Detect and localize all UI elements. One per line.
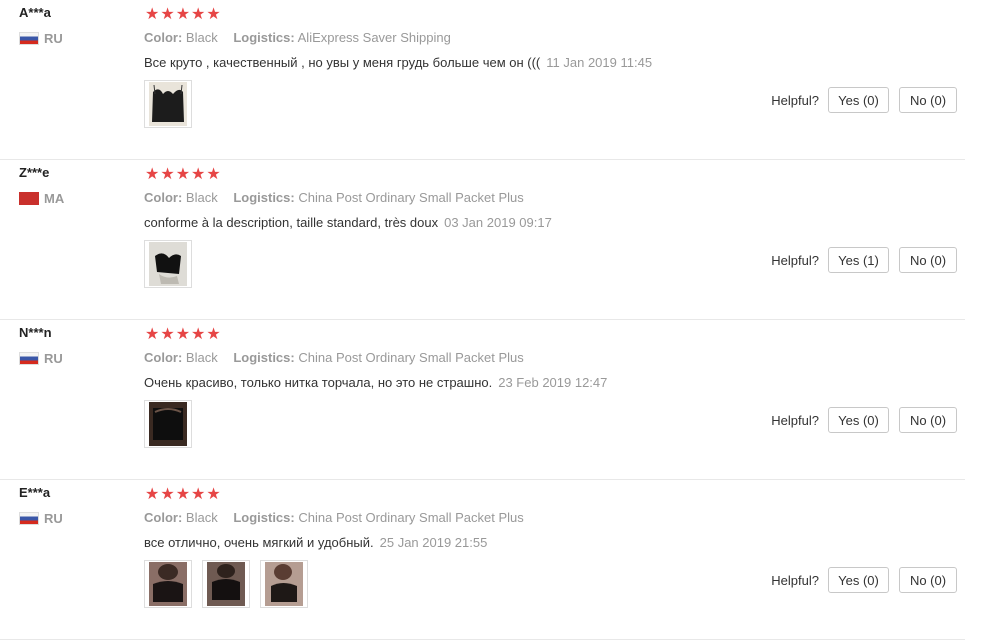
- country-code: RU: [44, 351, 63, 366]
- photo-image-icon: [149, 242, 187, 286]
- logistics-value: China Post Ordinary Small Packet Plus: [298, 510, 524, 525]
- country-code: RU: [44, 31, 63, 46]
- helpful-voting: Helpful? Yes (0) No (0): [771, 407, 957, 433]
- review-item: N***n RU ★★★★★ Color: Black Logistics: C…: [0, 320, 965, 480]
- helpful-label: Helpful?: [771, 572, 819, 588]
- color-value: Black: [185, 30, 218, 45]
- reviewer-country: RU: [19, 31, 63, 46]
- helpful-voting: Helpful? Yes (0) No (0): [771, 87, 957, 113]
- helpful-voting: Helpful? Yes (0) No (0): [771, 567, 957, 593]
- review-date: 25 Jan 2019 21:55: [379, 535, 488, 550]
- review-text: conforme à la description, taille standa…: [144, 215, 439, 230]
- review-item: E***a RU ★★★★★ Color: Black Logistics: C…: [0, 480, 965, 640]
- review-date: 11 Jan 2019 11:45: [546, 55, 653, 70]
- helpful-no-button[interactable]: No (0): [899, 407, 957, 433]
- color-value: Black: [185, 350, 218, 365]
- star-rating: ★★★★★: [145, 6, 222, 23]
- helpful-yes-button[interactable]: Yes (0): [828, 87, 889, 113]
- order-attributes: Color: Black Logistics: China Post Ordin…: [144, 510, 536, 525]
- photo-image-icon: [149, 82, 187, 126]
- country-code: MA: [44, 191, 65, 206]
- helpful-yes-button[interactable]: Yes (0): [828, 407, 889, 433]
- reviewer-name: N***n: [19, 325, 52, 340]
- review-body: conforme à la description, taille standa…: [144, 215, 552, 230]
- color-label: Color:: [144, 190, 183, 205]
- review-list: A***a RU ★★★★★ Color: Black Logistics: A…: [0, 0, 990, 640]
- review-photo-thumbnail[interactable]: [144, 400, 192, 448]
- photo-image-icon: [149, 402, 187, 446]
- review-photo-thumbnail[interactable]: [144, 80, 192, 128]
- review-item: Z***e MA ★★★★★ Color: Black Logistics: C…: [0, 160, 965, 320]
- review-item: A***a RU ★★★★★ Color: Black Logistics: A…: [0, 0, 965, 160]
- star-rating: ★★★★★: [145, 166, 222, 183]
- helpful-yes-button[interactable]: Yes (1): [828, 247, 889, 273]
- color-label: Color:: [144, 510, 183, 525]
- morocco-flag-icon: [19, 192, 39, 205]
- star-rating: ★★★★★: [145, 486, 222, 503]
- review-body: Очень красиво, только нитка торчала, но …: [144, 375, 607, 390]
- color-label: Color:: [144, 30, 183, 45]
- review-photo-thumbnail[interactable]: [260, 560, 308, 608]
- reviewer-name: Z***e: [19, 165, 50, 180]
- review-text: все отлично, очень мягкий и удобный.: [144, 535, 374, 550]
- reviewer-country: RU: [19, 511, 63, 526]
- russia-flag-icon: [19, 352, 39, 365]
- reviewer-name: E***a: [19, 485, 51, 500]
- russia-flag-icon: [19, 512, 39, 525]
- color-value: Black: [185, 510, 218, 525]
- order-attributes: Color: Black Logistics: China Post Ordin…: [144, 350, 536, 365]
- logistics-label: Logistics:: [233, 510, 295, 525]
- helpful-no-button[interactable]: No (0): [899, 247, 957, 273]
- photo-image-icon: [149, 562, 187, 606]
- logistics-label: Logistics:: [233, 30, 295, 45]
- color-label: Color:: [144, 350, 183, 365]
- logistics-label: Logistics:: [233, 350, 295, 365]
- helpful-no-button[interactable]: No (0): [899, 87, 957, 113]
- helpful-label: Helpful?: [771, 92, 819, 108]
- review-body: все отлично, очень мягкий и удобный. 25 J…: [144, 535, 487, 550]
- logistics-value: AliExpress Saver Shipping: [297, 30, 451, 45]
- review-photo-thumbnail[interactable]: [202, 560, 250, 608]
- photo-image-icon: [207, 562, 245, 606]
- reviewer-country: MA: [19, 191, 64, 206]
- review-photo-thumbnail[interactable]: [144, 240, 192, 288]
- review-photos: [144, 80, 192, 128]
- helpful-voting: Helpful? Yes (1) No (0): [771, 247, 957, 273]
- review-date: 03 Jan 2019 09:17: [444, 215, 552, 230]
- logistics-value: China Post Ordinary Small Packet Plus: [298, 190, 524, 205]
- photo-image-icon: [265, 562, 303, 606]
- review-photos: [144, 240, 192, 288]
- review-photo-thumbnail[interactable]: [144, 560, 192, 608]
- star-rating: ★★★★★: [145, 326, 222, 343]
- review-text: Все круто , качественный , но увы у меня…: [144, 55, 541, 70]
- review-body: Все круто , качественный , но увы у меня…: [144, 55, 652, 70]
- helpful-label: Helpful?: [771, 252, 819, 268]
- logistics-value: China Post Ordinary Small Packet Plus: [298, 350, 524, 365]
- review-photos: [144, 560, 308, 608]
- helpful-yes-button[interactable]: Yes (0): [828, 567, 889, 593]
- order-attributes: Color: Black Logistics: AliExpress Saver…: [144, 30, 463, 45]
- russia-flag-icon: [19, 32, 39, 45]
- reviewer-name: A***a: [19, 5, 51, 20]
- review-text: Очень красиво, только нитка торчала, но …: [144, 375, 493, 390]
- logistics-label: Logistics:: [233, 190, 295, 205]
- helpful-label: Helpful?: [771, 412, 819, 428]
- country-code: RU: [44, 511, 63, 526]
- review-photos: [144, 400, 192, 448]
- color-value: Black: [185, 190, 218, 205]
- reviewer-country: RU: [19, 351, 63, 366]
- review-date: 23 Feb 2019 12:47: [498, 375, 608, 390]
- order-attributes: Color: Black Logistics: China Post Ordin…: [144, 190, 536, 205]
- helpful-no-button[interactable]: No (0): [899, 567, 957, 593]
